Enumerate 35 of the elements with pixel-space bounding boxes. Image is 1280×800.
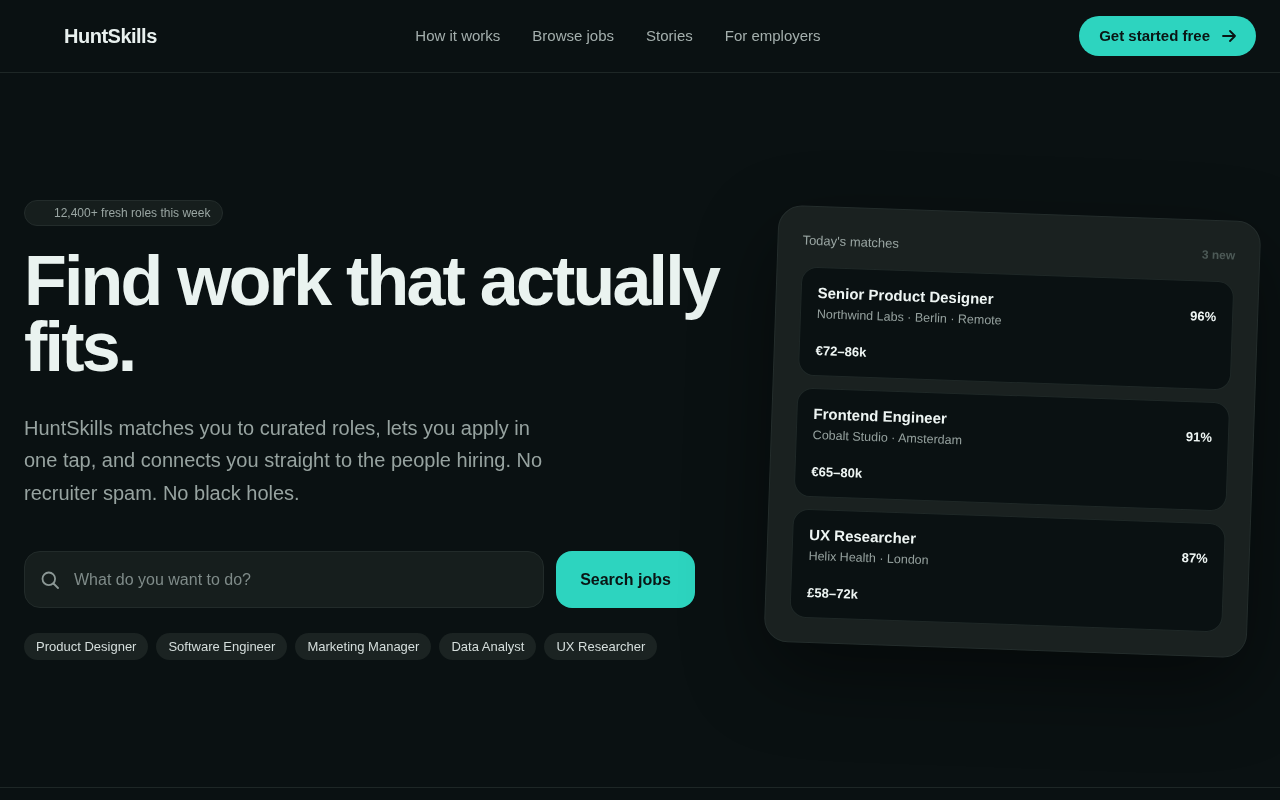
suggestion-chip[interactable]: Marketing Manager: [295, 633, 432, 661]
suggestion-chip[interactable]: Data Analyst: [439, 633, 537, 661]
nav-link[interactable]: Stories: [646, 24, 693, 48]
job-card[interactable]: Frontend Engineer Cobalt Studio · Amsterdam €65–80k 91%: [793, 386, 1231, 511]
nav-link[interactable]: How it works: [415, 24, 501, 48]
salary-range: €72–86k: [815, 341, 868, 362]
search-jobs-button[interactable]: Search jobs: [556, 551, 695, 609]
match-score: 91%: [1185, 428, 1213, 445]
logo-text[interactable]: HuntSkills: [64, 21, 157, 51]
suggestion-chip[interactable]: UX Researcher: [544, 633, 658, 661]
new-count: 3 new: [1201, 246, 1236, 265]
salary-range: €65–80k: [811, 462, 864, 483]
company-location: Helix Health · London: [808, 547, 929, 569]
company-location: Cobalt Studio · Amsterdam: [812, 426, 963, 449]
company-location: Northwind Labs · Berlin · Remote: [816, 306, 1002, 330]
job-card[interactable]: UX Researcher Helix Health · London £58–72k 87%: [789, 507, 1226, 632]
search-icon: [41, 571, 59, 590]
search-field[interactable]: What do you want to do?: [24, 551, 544, 609]
nav-link[interactable]: Browse jobs: [532, 24, 615, 48]
hero-heading: Find work that actually fits.: [24, 247, 721, 380]
match-score: 96%: [1189, 307, 1217, 324]
hero-description: HuntSkills matches you to curated roles, lets you apply in one tap, and connects you straight to the people hiring. No recruiter spam. No black holes.: [24, 415, 544, 506]
get-started-button[interactable]: Get started free: [1079, 16, 1256, 56]
suggestion-chip[interactable]: Software Engineer: [156, 633, 288, 661]
suggestion-chip[interactable]: Product Designer: [24, 633, 149, 661]
arrow-right-icon: [1222, 30, 1236, 42]
salary-range: £58–72k: [806, 583, 860, 604]
card-title: Today's matches: [802, 231, 900, 253]
announcement-badge: 12,400+ fresh roles this week: [24, 199, 224, 226]
job-title: Frontend Engineer: [813, 403, 949, 428]
job-title: Senior Product Designer: [817, 282, 995, 309]
job-title: UX Researcher: [808, 524, 918, 548]
job-card[interactable]: Senior Product Designer Northwind Labs · Berlin · Remote €72–86k 96%: [797, 265, 1235, 390]
match-score: 87%: [1181, 549, 1208, 566]
nav-link[interactable]: For employers: [724, 24, 821, 48]
